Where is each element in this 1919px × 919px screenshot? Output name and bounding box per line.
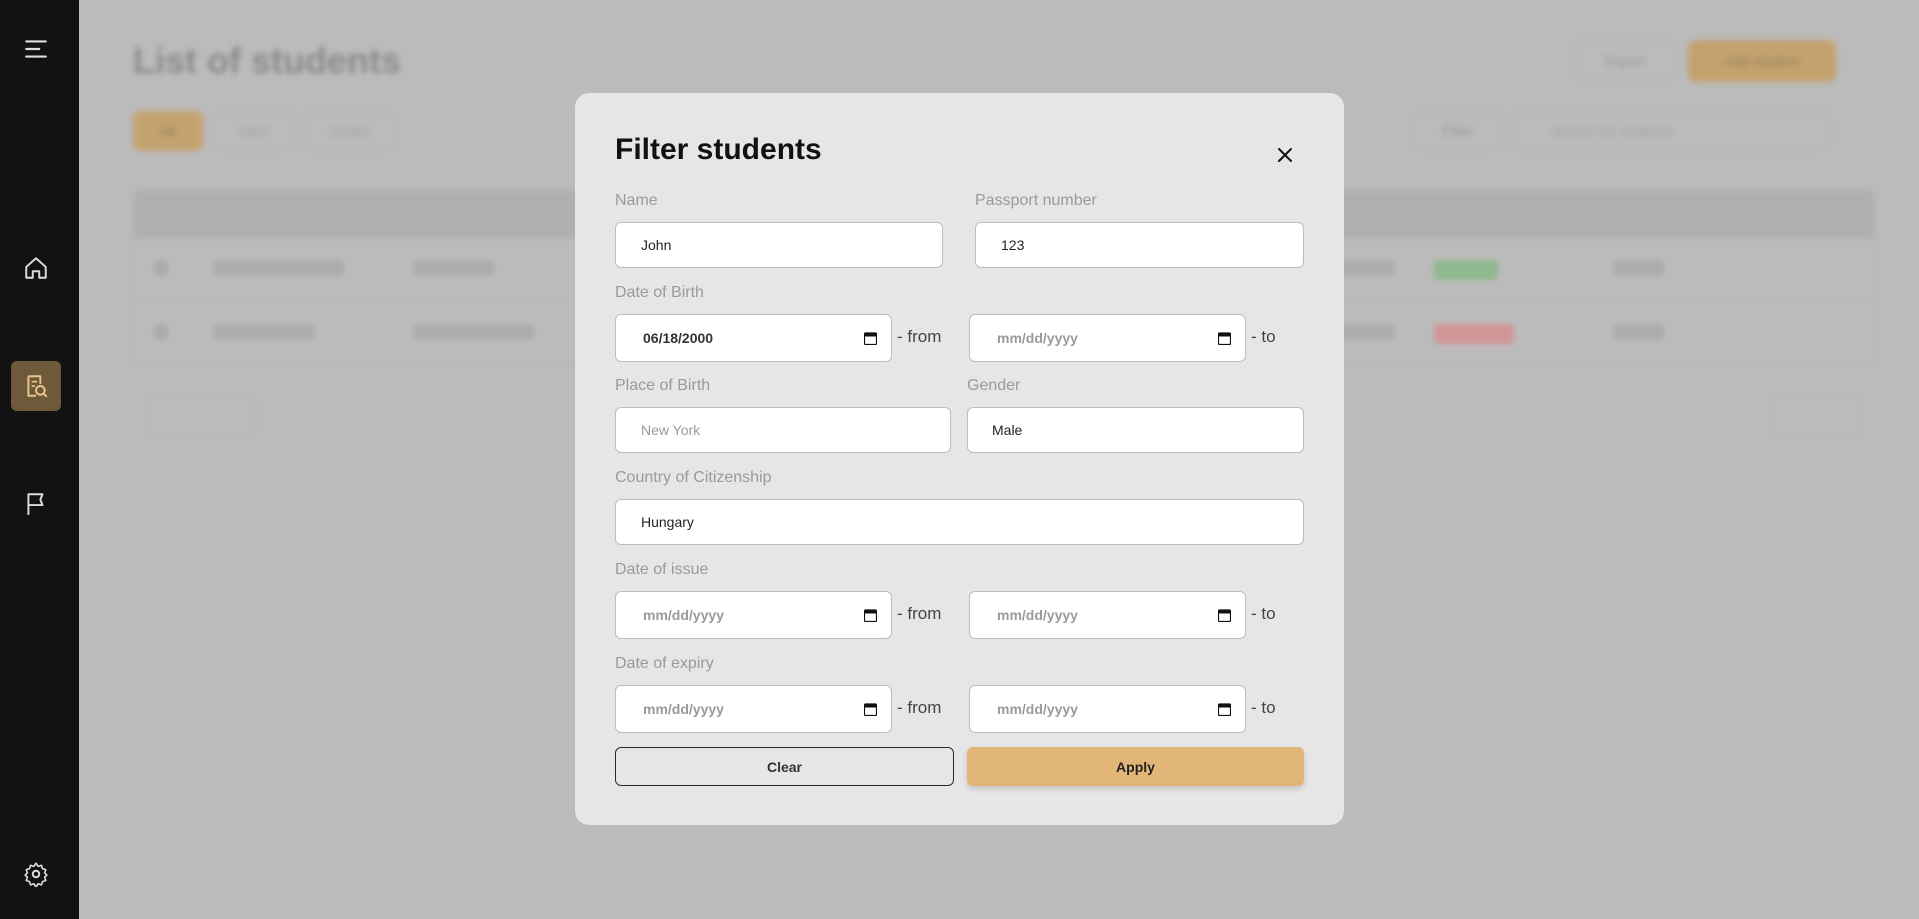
student-search-icon [27,375,48,398]
name-label: Name [615,192,658,209]
issue-to-input[interactable]: mm/dd/yyyy [969,591,1246,639]
add-student-button: Add student [1688,40,1836,82]
dob-to-suffix: - to [1251,327,1276,346]
status-badge [1434,260,1498,280]
settings-icon [24,862,48,887]
tab-invalid: Invalid [302,111,398,151]
page-title: List of students [133,40,401,81]
search-input: Search for students [1511,111,1831,151]
gender-value: Male [992,422,1023,438]
dob-label: Date of Birth [615,284,704,301]
passport-label: Passport number [975,192,1097,209]
dob-to-input[interactable]: mm/dd/yyyy [969,314,1246,362]
citizenship-label: Country of Citizenship [615,469,772,486]
calendar-icon[interactable] [1218,608,1231,622]
gender-label: Gender [967,377,1021,394]
sidebar-item-settings[interactable] [11,849,61,899]
calendar-icon[interactable] [1218,702,1231,716]
place-of-birth-field[interactable] [641,422,950,438]
dob-to-value: mm/dd/yyyy [997,330,1078,346]
status-badge [1434,324,1514,344]
gender-select[interactable]: Male [967,407,1304,453]
issue-from-input[interactable]: mm/dd/yyyy [615,591,892,639]
expiry-from-input[interactable]: mm/dd/yyyy [615,685,892,733]
name-value: John [641,237,672,253]
sidebar [0,0,79,919]
dob-from-input[interactable]: 06/18/2000 [615,314,892,362]
dob-from-suffix: - from [897,327,942,346]
flag-icon [27,493,44,515]
menu-icon [25,40,47,58]
citizenship-value: Hungary [641,514,694,530]
export-button: Export [1575,40,1675,82]
calendar-icon[interactable] [1218,331,1231,345]
issue-label: Date of issue [615,561,709,578]
filter-modal: Filter students Name John Passport numbe… [575,93,1344,825]
modal-title: Filter students [615,133,822,166]
status-tabs: All Valid Invalid [133,111,398,151]
next-button [1772,396,1862,436]
name-input[interactable]: John [615,222,943,268]
issue-to-suffix: - to [1251,604,1276,623]
tab-all: All [133,111,203,151]
sidebar-item-home[interactable] [11,243,61,293]
issue-from-value: mm/dd/yyyy [643,607,724,623]
place-of-birth-input[interactable] [615,407,951,453]
sidebar-item-students[interactable] [11,361,61,411]
passport-value: 123 [1001,237,1025,253]
citizenship-input[interactable]: Hungary [615,499,1304,545]
close-button[interactable] [1270,140,1300,170]
sidebar-item-flags[interactable] [11,479,61,529]
passport-input[interactable]: 123 [975,222,1304,268]
expiry-from-suffix: - from [897,698,942,717]
dob-from-value: 06/18/2000 [643,330,714,346]
expiry-to-input[interactable]: mm/dd/yyyy [969,685,1246,733]
issue-to-value: mm/dd/yyyy [997,607,1078,623]
expiry-to-value: mm/dd/yyyy [997,701,1078,717]
issue-from-suffix: - from [897,604,942,623]
menu-button[interactable] [11,24,61,74]
calendar-icon[interactable] [864,331,877,345]
filter-button: Filter [1413,111,1503,151]
clear-button[interactable]: Clear [615,747,954,786]
calendar-icon[interactable] [864,702,877,716]
close-icon [1278,148,1292,162]
place-of-birth-label: Place of Birth [615,377,711,394]
previous-button [147,396,257,436]
home-icon [25,257,47,279]
expiry-from-value: mm/dd/yyyy [643,701,724,717]
expiry-label: Date of expiry [615,655,714,672]
calendar-icon[interactable] [864,608,877,622]
tab-valid: Valid [210,111,295,151]
apply-button[interactable]: Apply [967,747,1304,786]
expiry-to-suffix: - to [1251,698,1276,717]
